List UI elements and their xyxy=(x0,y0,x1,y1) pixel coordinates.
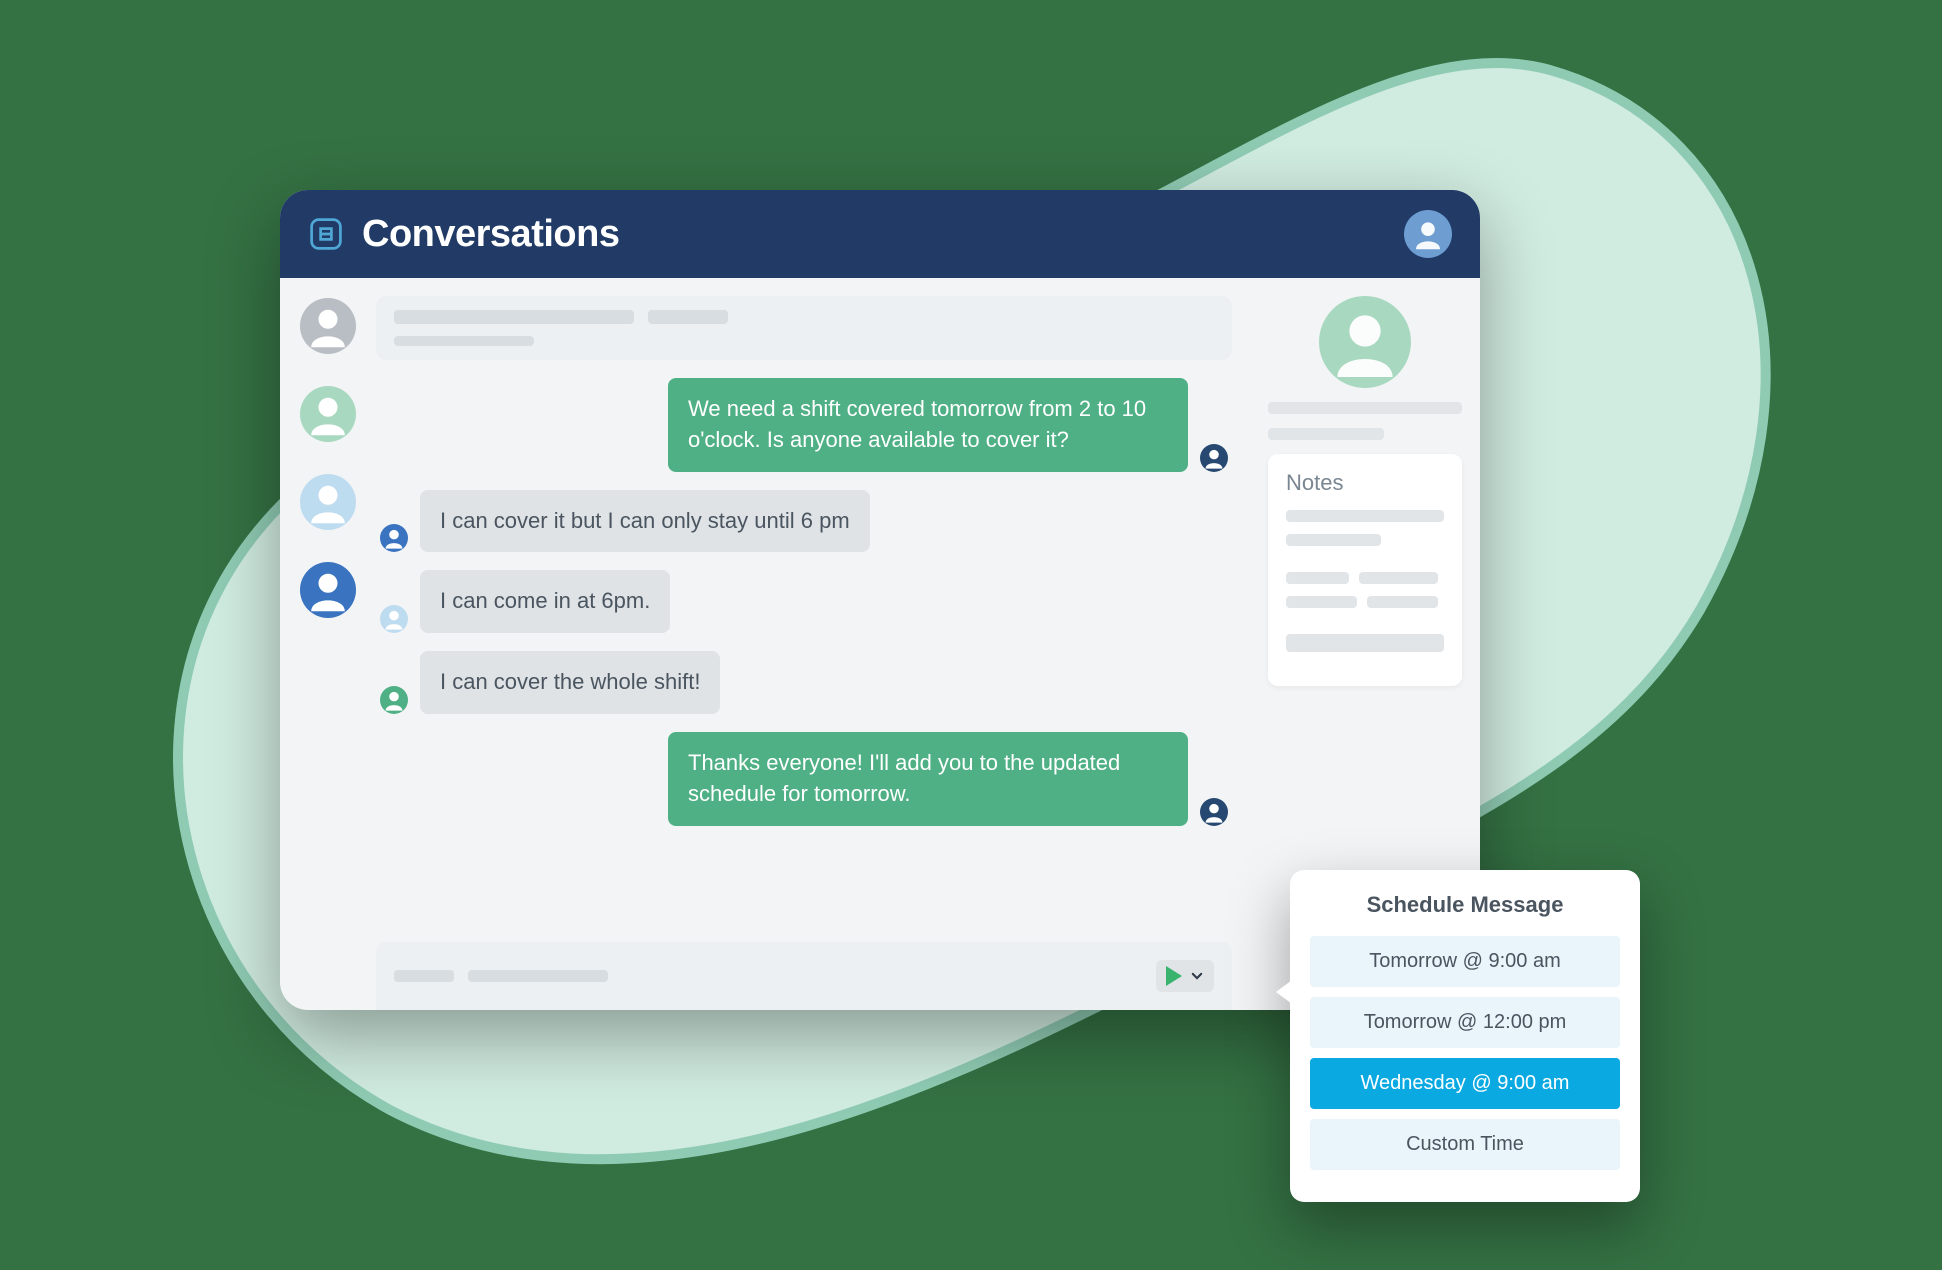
message-bubble: I can cover it but I can only stay until… xyxy=(420,490,870,553)
message-avatar xyxy=(380,605,408,633)
message-avatar xyxy=(1200,798,1228,826)
message-avatar xyxy=(1200,444,1228,472)
message-list: We need a shift covered tomorrow from 2 … xyxy=(376,360,1232,942)
schedule-option[interactable]: Wednesday @ 9:00 am xyxy=(1310,1058,1620,1109)
profile-button[interactable] xyxy=(1404,210,1452,258)
contact-item[interactable] xyxy=(300,298,356,354)
message-avatar xyxy=(380,524,408,552)
chevron-down-icon xyxy=(1190,969,1204,983)
notes-card: Notes xyxy=(1268,454,1462,686)
chat-area: We need a shift covered tomorrow from 2 … xyxy=(376,278,1250,1010)
message-row: I can cover it but I can only stay until… xyxy=(380,490,1228,553)
person-icon xyxy=(1200,444,1228,472)
popover-title: Schedule Message xyxy=(1310,892,1620,918)
send-icon xyxy=(1166,966,1182,986)
compose-bar[interactable] xyxy=(376,942,1232,1010)
chat-header xyxy=(376,296,1232,360)
person-icon xyxy=(300,386,356,442)
message-row: We need a shift covered tomorrow from 2 … xyxy=(380,378,1228,472)
message-row: I can come in at 6pm. xyxy=(380,570,1228,633)
person-icon xyxy=(380,686,408,714)
schedule-option[interactable]: Custom Time xyxy=(1310,1119,1620,1170)
person-icon xyxy=(300,298,356,354)
person-icon xyxy=(380,524,408,552)
person-icon xyxy=(1408,214,1448,254)
contact-avatar-large xyxy=(1319,296,1411,388)
schedule-option[interactable]: Tomorrow @ 9:00 am xyxy=(1310,936,1620,987)
contact-item[interactable] xyxy=(300,562,356,618)
person-icon xyxy=(1319,296,1411,388)
person-icon xyxy=(1200,798,1228,826)
page-title: Conversations xyxy=(362,213,1386,256)
titlebar: Conversations xyxy=(280,190,1480,278)
message-row: Thanks everyone! I'll add you to the upd… xyxy=(380,732,1228,826)
person-icon xyxy=(300,562,356,618)
message-bubble: We need a shift covered tomorrow from 2 … xyxy=(668,378,1188,472)
message-bubble: I can come in at 6pm. xyxy=(420,570,670,633)
message-row: I can cover the whole shift! xyxy=(380,651,1228,714)
schedule-option[interactable]: Tomorrow @ 12:00 pm xyxy=(1310,997,1620,1048)
person-icon xyxy=(380,605,408,633)
person-icon xyxy=(300,474,356,530)
contact-item[interactable] xyxy=(300,386,356,442)
message-bubble: Thanks everyone! I'll add you to the upd… xyxy=(668,732,1188,826)
contacts-list xyxy=(280,278,376,1010)
app-logo-icon xyxy=(308,216,344,252)
notes-heading: Notes xyxy=(1286,470,1444,496)
contact-item[interactable] xyxy=(300,474,356,530)
schedule-message-popover: Schedule Message Tomorrow @ 9:00 am Tomor… xyxy=(1290,870,1640,1202)
message-bubble: I can cover the whole shift! xyxy=(420,651,720,714)
send-menu-button[interactable] xyxy=(1156,960,1214,992)
message-avatar xyxy=(380,686,408,714)
